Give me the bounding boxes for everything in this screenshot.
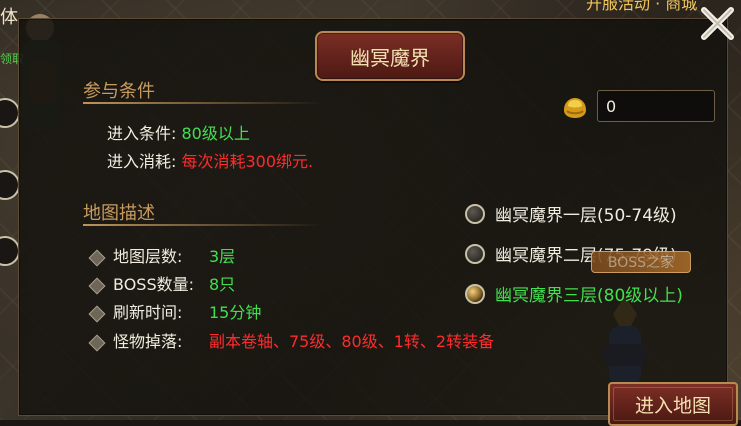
bullet-icon (88, 249, 106, 266)
map-info-row-refresh: 刷新时间: (88, 299, 183, 323)
map-info-value-boss-count: 8只 (209, 275, 236, 294)
map-info-label: 刷新时间: (113, 303, 183, 322)
section-title-requirements: 参与条件 (83, 81, 155, 102)
close-icon[interactable] (694, 0, 741, 47)
dungeon-dialog: 幽冥魔界 参与条件 进入条件: 80级以上 进入消耗: 每次消耗300绑元. 地… (18, 18, 738, 426)
floor-option-label: 幽冥魔界三层(80级以上) (495, 286, 683, 306)
left-tab-1[interactable] (0, 98, 20, 128)
section-divider-map-description (83, 224, 323, 226)
radio-button-icon[interactable] (465, 243, 485, 264)
section-title-map-description: 地图描述 (83, 203, 155, 224)
radio-button-selected-icon[interactable] (465, 283, 485, 304)
requirement-row-cost: 进入消耗: 每次消耗300绑元. (107, 148, 313, 172)
floor-option-1[interactable]: 幽冥魔界一层(50-74级) (465, 201, 677, 226)
bullet-icon (88, 305, 106, 322)
dialog-title: 幽冥魔界 (350, 45, 430, 70)
currency-amount-field: 0 (597, 90, 715, 122)
floor-option-3-selected[interactable]: 幽冥魔界三层(80级以上) (465, 281, 683, 306)
left-side-tabs (0, 86, 20, 296)
requirement-label: 进入条件: (107, 124, 182, 143)
left-tab-2[interactable] (0, 170, 20, 200)
requirement-value: 80级以上 (181, 124, 250, 143)
map-info-value-floors: 3层 (209, 247, 236, 266)
map-info-value-refresh: 15分钟 (209, 303, 262, 322)
map-info-row-drops: 怪物掉落: (88, 328, 183, 352)
boss-home-tag: BOSS之家 (591, 251, 691, 273)
requirement-label: 进入消耗: (107, 152, 182, 171)
requirement-row-level: 进入条件: 80级以上 (107, 120, 250, 144)
map-info-row-floors: 地图层数: (88, 243, 183, 267)
top-right-menu-partial-text: 开服活动 · 商城 (586, 0, 698, 13)
map-info-value-drops: 副本卷轴、75级、80级、1转、2转装备 (209, 332, 495, 351)
map-info-label: BOSS数量: (113, 275, 194, 294)
gold-ingot-icon (564, 98, 586, 118)
floor-option-label: 幽冥魔界一层(50-74级) (495, 206, 677, 226)
bullet-icon (88, 334, 106, 351)
boss-home-tag-text: BOSS之家 (607, 255, 675, 271)
requirement-value: 每次消耗300绑元. (181, 152, 314, 171)
dialog-title-plate: 幽冥魔界 (315, 31, 465, 81)
map-info-label: 地图层数: (113, 247, 183, 266)
radio-button-icon[interactable] (465, 203, 485, 224)
bullet-icon (88, 277, 106, 294)
map-info-label: 怪物掉落: (113, 332, 183, 351)
section-divider-requirements (83, 102, 323, 104)
enter-map-button[interactable]: 进入地图 (608, 382, 738, 426)
left-tab-3[interactable] (0, 236, 20, 266)
top-left-partial-text: 体 (0, 7, 18, 28)
map-info-row-boss-count: BOSS数量: (88, 271, 194, 295)
